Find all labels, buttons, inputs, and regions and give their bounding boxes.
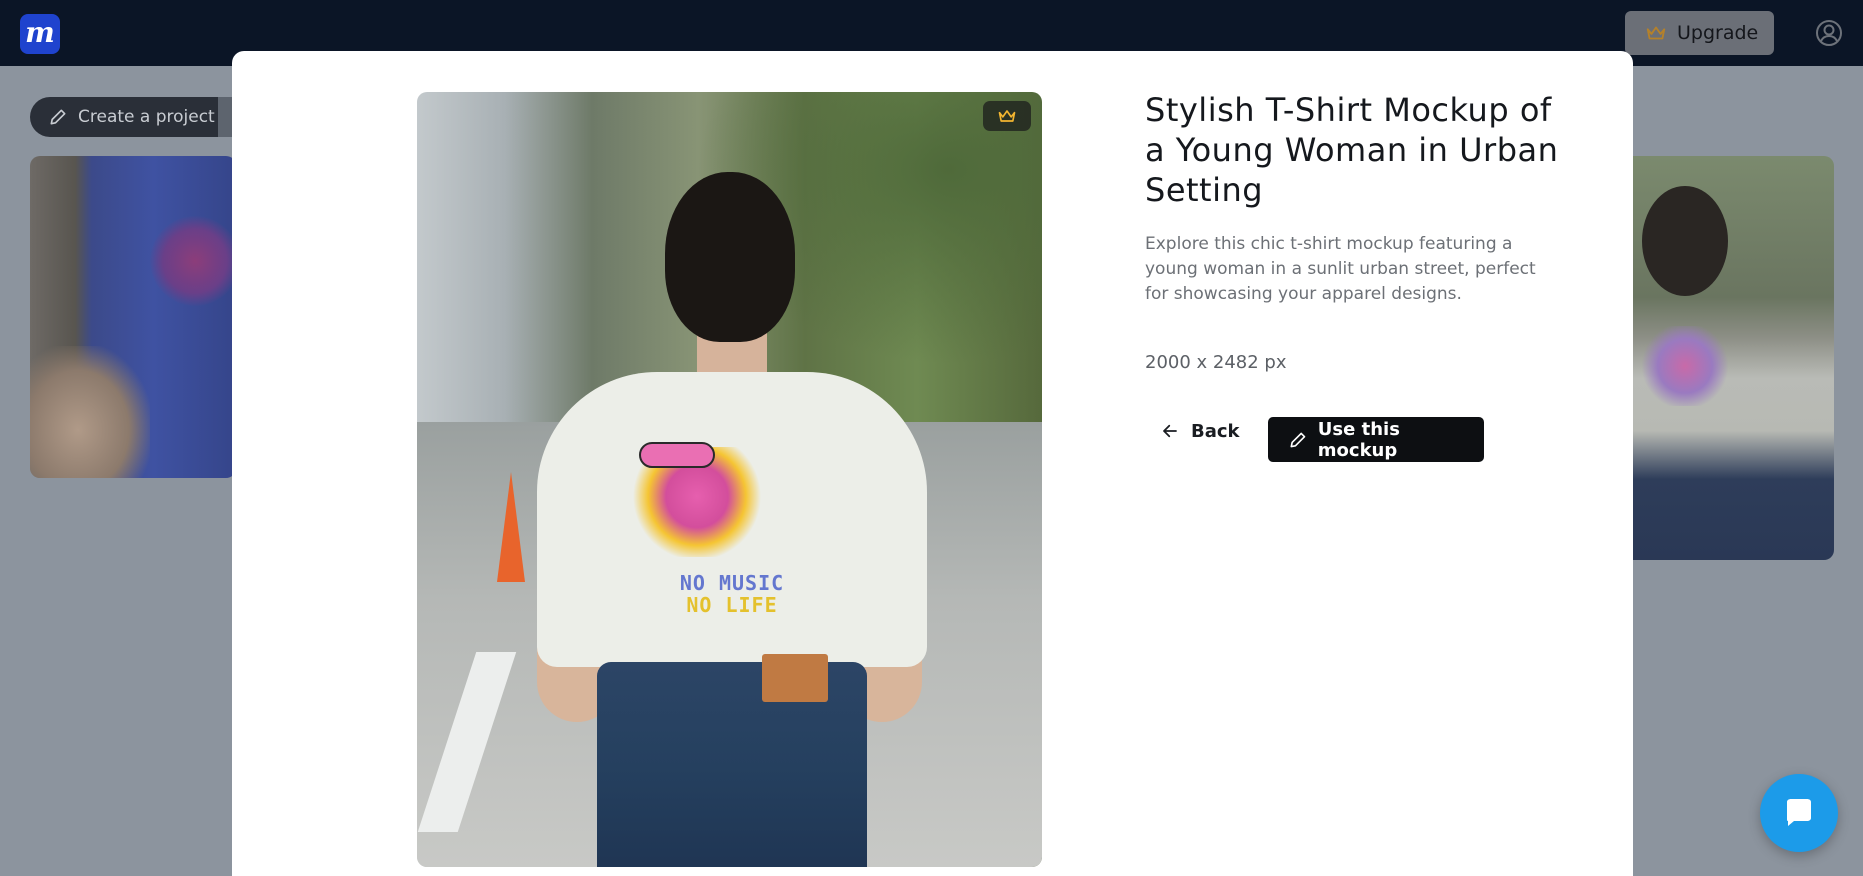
image-print-line-2: NO LIFE xyxy=(686,593,778,617)
thumbnail-model-head xyxy=(1642,186,1728,296)
image-print-bubble xyxy=(639,442,715,468)
crown-icon xyxy=(1646,26,1666,40)
chat-bubble-icon xyxy=(1787,799,1811,826)
pencil-icon xyxy=(1290,432,1306,447)
app-logo[interactable]: m xyxy=(20,14,60,54)
thumbnail-print-graphic xyxy=(150,216,236,306)
image-print-line-1: NO MUSIC xyxy=(679,571,785,595)
mockup-dimensions: 2000 x 2482 px xyxy=(1145,352,1287,373)
upgrade-button[interactable]: Upgrade xyxy=(1625,11,1774,55)
upgrade-button-label: Upgrade xyxy=(1677,22,1759,44)
back-button[interactable]: Back xyxy=(1161,416,1240,446)
mockup-thumbnail[interactable] xyxy=(30,156,236,478)
image-hair xyxy=(665,172,795,342)
image-print-text: NO MUSIC NO LIFE xyxy=(627,572,837,616)
mockup-detail-modal: NO MUSIC NO LIFE Stylish T-Shirt Mockup … xyxy=(232,51,1633,876)
crown-icon xyxy=(998,110,1016,122)
back-button-label: Back xyxy=(1191,420,1240,442)
arrow-left-icon xyxy=(1163,424,1177,438)
use-mockup-button[interactable]: Use this mockup xyxy=(1268,417,1484,462)
premium-badge xyxy=(983,101,1031,131)
thumbnail-print-graphic xyxy=(1640,326,1730,406)
create-project-label: Create a project xyxy=(78,107,215,127)
mockup-preview-image: NO MUSIC NO LIFE xyxy=(417,92,1042,867)
use-mockup-button-label: Use this mockup xyxy=(1317,418,1400,461)
mockup-title: Stylish T-Shirt Mockup of a Young Woman … xyxy=(1145,91,1559,209)
chat-launcher-button[interactable] xyxy=(1760,774,1838,852)
image-jeans-label xyxy=(762,654,828,702)
create-project-button[interactable]: Create a project xyxy=(30,97,216,137)
thumbnail-hand xyxy=(30,346,150,478)
image-traffic-cone xyxy=(497,472,525,582)
pencil-icon xyxy=(50,109,66,125)
mockup-thumbnail[interactable] xyxy=(1630,156,1834,560)
mockup-description: Explore this chic t-shirt mockup featuri… xyxy=(1145,234,1536,304)
user-circle-icon[interactable] xyxy=(1814,18,1844,48)
